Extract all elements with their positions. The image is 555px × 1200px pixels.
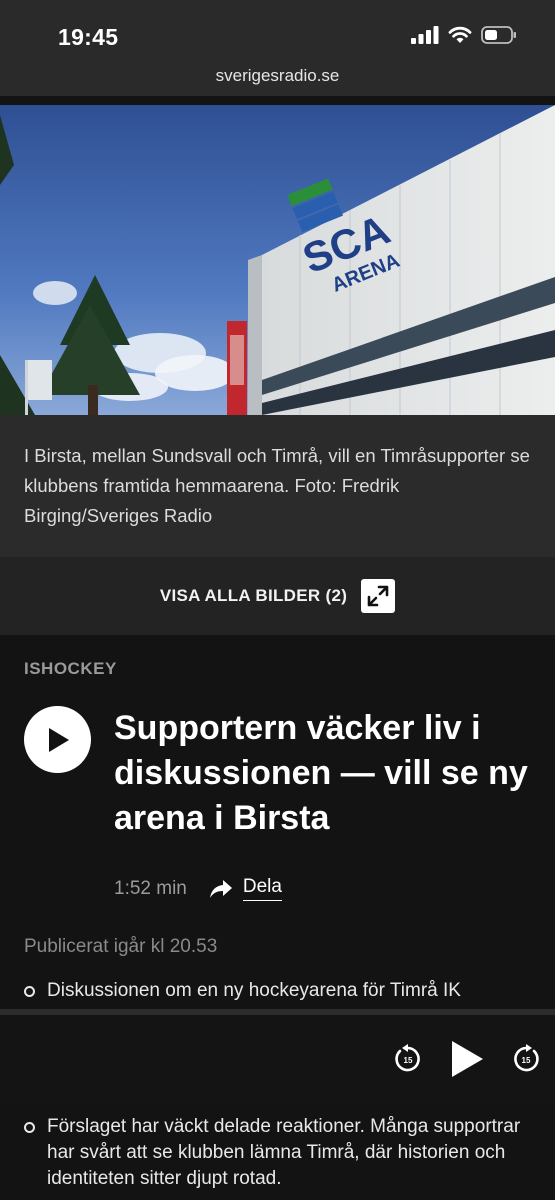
hero-image[interactable]: SCA ARENA — [0, 105, 555, 415]
battery-icon — [481, 26, 516, 44]
list-item-text: Förslaget har väckt delade reaktioner. M… — [47, 1116, 521, 1189]
rewind-15-icon[interactable]: 15 — [393, 1044, 423, 1074]
play-icon — [48, 727, 69, 752]
article-meta: 1:52 min Dela — [114, 876, 282, 901]
cellular-signal-icon — [411, 26, 439, 44]
player-controls: 15 15 — [393, 1039, 541, 1079]
article-category[interactable]: ISHOCKEY — [24, 659, 117, 679]
image-caption: I Birsta, mellan Sundsvall och Timrå, vi… — [0, 415, 555, 557]
caption-text: I Birsta, mellan Sundsvall och Timrå, vi… — [24, 445, 530, 526]
address-bar[interactable]: sverigesradio.se — [0, 60, 555, 96]
show-all-images-button[interactable]: VISA ALLA BILDER (2) — [0, 557, 555, 635]
share-arrow-icon — [209, 879, 232, 898]
list-item: Diskussionen om en ny hockeyarena för Ti… — [24, 978, 544, 1004]
address-bar-url[interactable]: sverigesradio.se — [216, 66, 340, 85]
arena-photo: SCA ARENA — [0, 105, 555, 415]
expand-icon — [361, 579, 396, 613]
share-label[interactable]: Dela — [242, 876, 282, 901]
wifi-icon — [448, 26, 472, 43]
audio-player-bar: 15 15 — [0, 1009, 555, 1103]
bullet-circle-icon — [24, 986, 35, 997]
audio-duration: 1:52 min — [114, 877, 187, 899]
forward-15-icon[interactable]: 15 — [511, 1044, 541, 1074]
status-bar: 19:45 — [0, 0, 555, 60]
forward-seconds: 15 — [522, 1056, 531, 1065]
share-button[interactable]: Dela — [209, 876, 282, 901]
list-item: Förslaget har väckt delade reaktioner. M… — [24, 1114, 544, 1192]
bullet-circle-icon — [24, 1122, 35, 1133]
status-icons — [411, 26, 517, 44]
published-timestamp: Publicerat igår kl 20.53 — [24, 936, 218, 957]
rewind-seconds: 15 — [404, 1056, 413, 1065]
show-all-images-label: VISA ALLA BILDER (2) — [159, 586, 348, 605]
status-time: 19:45 — [58, 24, 119, 50]
list-item-text: Diskussionen om en ny hockeyarena för Ti… — [47, 980, 461, 1001]
play-icon[interactable] — [449, 1039, 485, 1079]
play-button[interactable] — [24, 706, 91, 773]
article-headline: Supportern väcker liv i diskussionen — v… — [114, 709, 528, 837]
